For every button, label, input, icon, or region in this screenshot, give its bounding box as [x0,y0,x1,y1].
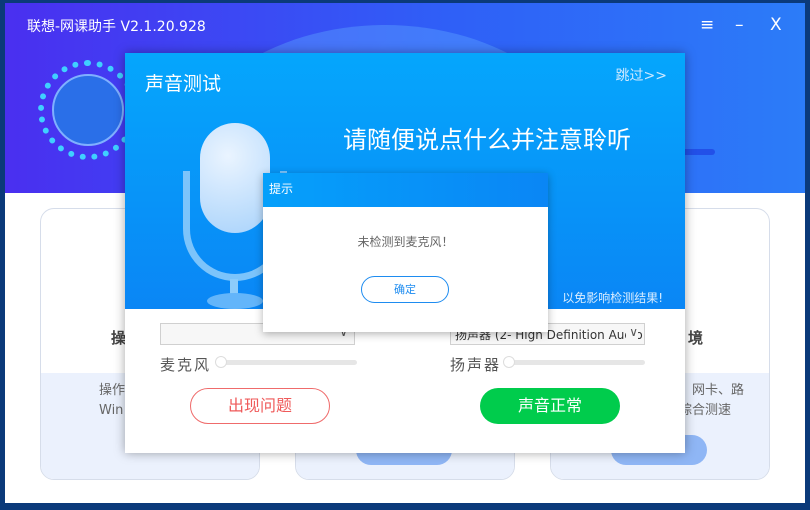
sound-ok-button[interactable]: 声音正常 [480,388,620,424]
skip-link[interactable]: 跳过>> [616,65,667,85]
problem-button[interactable]: 出现问题 [190,388,330,424]
speed-dial-icon [38,60,138,160]
menu-icon[interactable]: ≡ [700,15,714,35]
dialog-title: 声音测试 [145,73,222,95]
alert-dialog: 提示 未检测到麦克风！ 确定 [263,173,548,332]
chevron-down-icon: ∨ [626,325,638,339]
microphone-label: 麦克风 [160,356,212,374]
card-title: 操 [111,329,127,347]
note-text: 以免影响检测结果! [562,291,663,305]
prompt-text: 请随便说点什么并注意聆听 [343,126,631,154]
microphone-level-slider[interactable] [215,356,357,368]
close-icon[interactable]: X [770,15,782,35]
microphone-head [200,123,270,233]
alert-message: 未检测到麦克风！ [357,235,454,249]
speaker-level-slider[interactable] [503,356,645,368]
alert-title: 提示 [263,173,548,207]
speaker-label: 扬声器 [450,356,502,374]
window-title: 联想-网课助手 V2.1.20.928 [27,19,206,35]
card-title: 境 [688,329,704,347]
minimize-icon[interactable]: – [735,15,744,35]
card-desc: ：网卡、路 综合测速 [679,383,745,418]
confirm-button[interactable]: 确定 [361,276,449,303]
card-desc: 操作 Win [99,383,126,418]
